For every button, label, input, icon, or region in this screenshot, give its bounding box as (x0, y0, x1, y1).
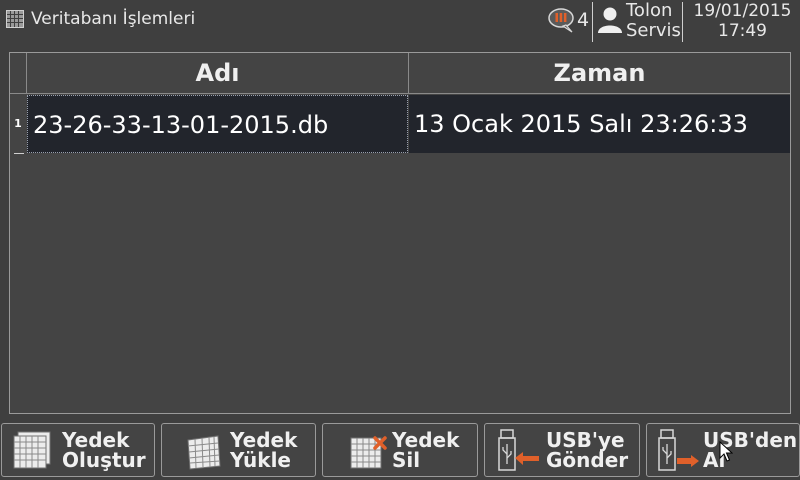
column-header-name[interactable]: Adı (27, 53, 409, 93)
cell-time[interactable]: 13 Ocak 2015 Salı 23:26:33 (409, 95, 790, 153)
backup-delete-icon (350, 436, 387, 469)
cell-file-name[interactable]: 23-26-33-13-01-2015.db (27, 95, 408, 153)
load-backup-button[interactable]: Yedek Yükle (161, 423, 316, 477)
user-icon[interactable] (597, 6, 623, 34)
header-divider (682, 2, 683, 42)
load-backup-label: Yedek Yükle (230, 428, 298, 472)
alarm-speech-bubble-icon[interactable] (546, 7, 576, 33)
row-number: 1 (14, 117, 22, 130)
mouse-pointer-icon (719, 441, 733, 462)
grid-table-icon (6, 10, 24, 28)
screen: Veritabanı İşlemleri 4 Tolon Servis 19/0… (0, 0, 800, 480)
create-backup-label: Yedek Oluştur (62, 428, 146, 472)
title-bar: Veritabanı İşlemleri 4 Tolon Servis 19/0… (0, 0, 800, 44)
header-divider-line (10, 93, 790, 94)
table-row[interactable]: 1 23-26-33-13-01-2015.db 13 Ocak 2015 Sa… (10, 95, 790, 154)
usb-receive-icon (658, 429, 699, 471)
usb-send-button[interactable]: USB'ye Gönder (484, 423, 640, 477)
delete-backup-label: Yedek Sil (392, 428, 460, 472)
usb-send-icon (498, 429, 539, 471)
header-divider (592, 2, 593, 42)
column-header-time[interactable]: Zaman (409, 53, 790, 93)
delete-backup-button[interactable]: Yedek Sil (322, 423, 478, 477)
row-number-underline (14, 153, 24, 154)
alarm-count[interactable]: 4 (577, 9, 589, 31)
user-name[interactable]: Tolon Servis (626, 1, 681, 41)
usb-send-label: USB'ye Gönder (546, 428, 629, 472)
row-number-header (10, 53, 27, 93)
backup-create-icon (13, 431, 51, 469)
create-backup-button[interactable]: Yedek Oluştur (1, 423, 155, 477)
date-time: 19/01/2015 17:49 (693, 1, 792, 41)
usb-receive-label: USB'den Al (703, 428, 798, 472)
backup-table: Adı Zaman 1 23-26-33-13-01-2015.db 13 Oc… (9, 52, 791, 414)
page-title: Veritabanı İşlemleri (31, 9, 196, 29)
backup-load-icon (187, 435, 221, 470)
